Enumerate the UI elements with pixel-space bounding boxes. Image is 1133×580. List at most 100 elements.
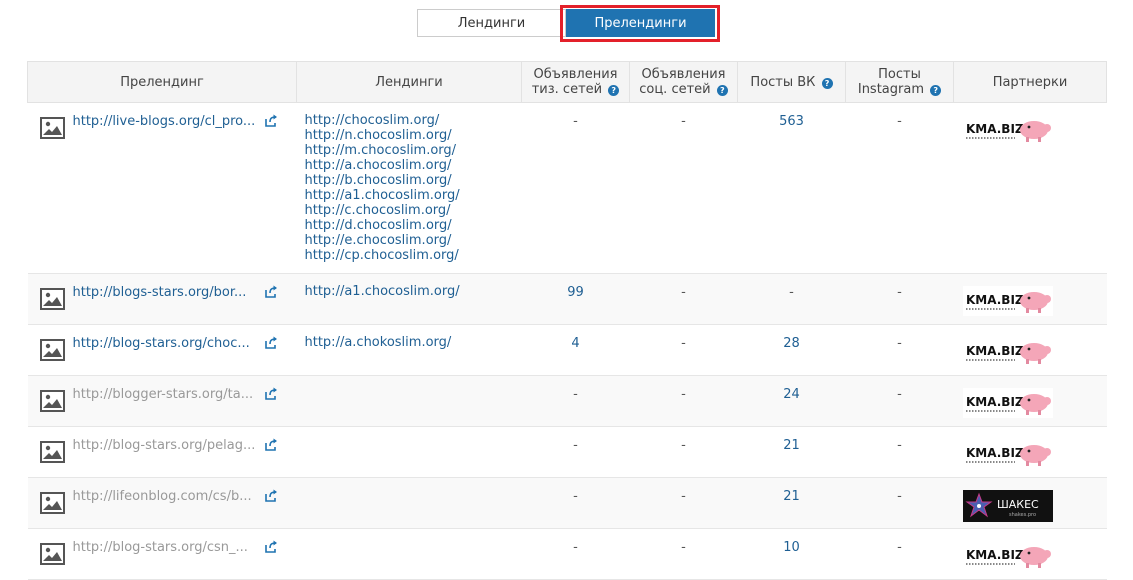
image-placeholder-icon[interactable] bbox=[39, 543, 65, 565]
vk-posts-value[interactable]: 24 bbox=[783, 387, 800, 402]
landing-link[interactable]: http://e.chocoslim.org/ bbox=[305, 233, 514, 248]
landing-link[interactable]: http://a1.chocoslim.org/ bbox=[305, 284, 514, 299]
external-link-icon[interactable] bbox=[264, 540, 278, 554]
header-vk-posts-label: Посты ВК bbox=[750, 74, 816, 90]
landing-link[interactable]: http://a.chocoslim.org/ bbox=[305, 158, 514, 173]
social-ads-value-cell: - bbox=[629, 528, 738, 580]
instagram-posts-value-cell: - bbox=[845, 273, 954, 325]
vk-posts-value-cell: 10 bbox=[737, 528, 846, 580]
external-link-icon[interactable] bbox=[264, 489, 278, 503]
prelanding-link[interactable]: http://live-blogs.org/cl_pro... bbox=[73, 114, 258, 129]
vk-posts-value[interactable]: 21 bbox=[783, 489, 800, 504]
header-landings[interactable]: Лендинги bbox=[296, 61, 522, 103]
svg-text:KMA.BIZ: KMA.BIZ bbox=[966, 293, 1024, 307]
landing-link[interactable]: http://a.chokoslim.org/ bbox=[305, 335, 514, 350]
instagram-posts-value: - bbox=[897, 285, 902, 300]
prelanding-link[interactable]: http://blogger-stars.org/ta... bbox=[73, 387, 258, 402]
social-ads-value-cell: - bbox=[629, 324, 738, 376]
prelanding-link[interactable]: http://blog-stars.org/choc... bbox=[73, 336, 258, 351]
teaser-ads-value-cell: - bbox=[521, 528, 630, 580]
help-icon[interactable]: ? bbox=[821, 77, 833, 89]
landing-link[interactable]: http://m.chocoslim.org/ bbox=[305, 143, 514, 158]
prelanding-cell: http://blog-stars.org/pelag... bbox=[27, 426, 297, 478]
instagram-posts-value-cell: - bbox=[845, 426, 954, 478]
table-row: http://lifeonblog.com/cs/b... - - 21 - ШАКЕС s… bbox=[27, 477, 1107, 529]
social-ads-value-cell: - bbox=[629, 375, 738, 427]
external-link-icon[interactable] bbox=[264, 387, 278, 401]
svg-text:KMA.BIZ: KMA.BIZ bbox=[966, 344, 1024, 358]
vk-posts-value: - bbox=[789, 285, 794, 300]
table-body: http://live-blogs.org/cl_pro... http://ch… bbox=[27, 102, 1107, 580]
social-ads-value: - bbox=[681, 438, 686, 453]
instagram-posts-value: - bbox=[897, 387, 902, 402]
instagram-posts-value-cell: - bbox=[845, 102, 954, 274]
social-ads-value-cell: - bbox=[629, 273, 738, 325]
partner-cell: KMA.BIZ bbox=[953, 528, 1107, 580]
image-placeholder-icon[interactable] bbox=[39, 492, 65, 514]
vk-posts-value-cell: - bbox=[737, 273, 846, 325]
social-ads-value: - bbox=[681, 540, 686, 555]
help-icon[interactable]: ? bbox=[930, 85, 942, 96]
external-link-icon[interactable] bbox=[264, 336, 278, 350]
image-placeholder-icon[interactable] bbox=[39, 288, 65, 310]
external-link-icon[interactable] bbox=[264, 438, 278, 452]
teaser-ads-value[interactable]: 99 bbox=[567, 285, 584, 300]
external-link-icon[interactable] bbox=[264, 114, 278, 128]
landing-link[interactable]: http://c.chocoslim.org/ bbox=[305, 203, 514, 218]
instagram-posts-value: - bbox=[897, 540, 902, 555]
landings-cell: http://a1.chocoslim.org/ bbox=[296, 273, 522, 325]
tab-prelandings[interactable]: Прелендинги bbox=[566, 9, 715, 37]
kma-biz-logo: KMA.BIZ bbox=[962, 388, 1053, 418]
header-teaser-ads[interactable]: Объявления тиз. сетей ? bbox=[521, 61, 630, 103]
teaser-ads-value-cell: - bbox=[521, 102, 630, 274]
prelanding-link[interactable]: http://blog-stars.org/csn_... bbox=[73, 540, 258, 555]
header-social-ads-line1: Объявления bbox=[641, 67, 726, 82]
social-ads-value-cell: - bbox=[629, 102, 738, 274]
prelanding-cell: http://blog-stars.org/csn_... bbox=[27, 528, 297, 580]
partner-subtitle: shakes.pro bbox=[1009, 512, 1036, 518]
landings-cell: http://a.chokoslim.org/ bbox=[296, 324, 522, 376]
landing-link[interactable]: http://d.chocoslim.org/ bbox=[305, 218, 514, 233]
header-vk-posts[interactable]: Посты ВК ? bbox=[737, 61, 846, 103]
teaser-ads-value-cell: 99 bbox=[521, 273, 630, 325]
teaser-ads-value-cell: 4 bbox=[521, 324, 630, 376]
tab-landings[interactable]: Лендинги bbox=[417, 9, 566, 37]
instagram-posts-value-cell: - bbox=[845, 528, 954, 580]
vk-posts-value[interactable]: 563 bbox=[779, 114, 804, 129]
vk-posts-value[interactable]: 28 bbox=[783, 336, 800, 351]
teaser-ads-value: - bbox=[573, 387, 578, 402]
prelanding-link[interactable]: http://lifeonblog.com/cs/b... bbox=[73, 489, 258, 504]
landing-link[interactable]: http://a1.chocoslim.org/ bbox=[305, 188, 514, 203]
landing-link[interactable]: http://cp.chocoslim.org/ bbox=[305, 248, 514, 263]
prelanding-link[interactable]: http://blog-stars.org/pelag... bbox=[73, 438, 258, 453]
social-ads-value: - bbox=[681, 114, 686, 129]
header-instagram-line1: Посты bbox=[878, 67, 921, 82]
external-link-icon[interactable] bbox=[264, 285, 278, 299]
header-partners[interactable]: Партнерки bbox=[953, 61, 1107, 103]
svg-text:KMA.BIZ: KMA.BIZ bbox=[966, 395, 1024, 409]
vk-posts-value-cell: 21 bbox=[737, 477, 846, 529]
landing-link[interactable]: http://chocoslim.org/ bbox=[305, 113, 514, 128]
image-placeholder-icon[interactable] bbox=[39, 441, 65, 463]
teaser-ads-value-cell: - bbox=[521, 375, 630, 427]
landings-cell bbox=[296, 477, 522, 529]
help-icon[interactable]: ? bbox=[608, 85, 620, 96]
kma-biz-logo: KMA.BIZ bbox=[962, 337, 1053, 367]
table-header-row: Прелендинг Лендинги Объявления тиз. сете… bbox=[27, 61, 1107, 103]
landing-link[interactable]: http://n.chocoslim.org/ bbox=[305, 128, 514, 143]
landing-link[interactable]: http://b.chocoslim.org/ bbox=[305, 173, 514, 188]
vk-posts-value[interactable]: 10 bbox=[783, 540, 800, 555]
header-prelanding[interactable]: Прелендинг bbox=[27, 61, 297, 103]
teaser-ads-value[interactable]: 4 bbox=[571, 336, 579, 351]
prelanding-cell: http://live-blogs.org/cl_pro... bbox=[27, 102, 297, 274]
help-icon[interactable]: ? bbox=[716, 85, 728, 96]
social-ads-value-cell: - bbox=[629, 477, 738, 529]
vk-posts-value[interactable]: 21 bbox=[783, 438, 800, 453]
header-social-ads[interactable]: Объявления соц. сетей ? bbox=[629, 61, 738, 103]
image-placeholder-icon[interactable] bbox=[39, 339, 65, 361]
image-placeholder-icon[interactable] bbox=[39, 390, 65, 412]
prelanding-link[interactable]: http://blogs-stars.org/bor... bbox=[73, 285, 258, 300]
kma-biz-logo: KMA.BIZ bbox=[962, 541, 1053, 571]
header-instagram-posts[interactable]: Посты Instagram ? bbox=[845, 61, 954, 103]
image-placeholder-icon[interactable] bbox=[39, 117, 65, 139]
